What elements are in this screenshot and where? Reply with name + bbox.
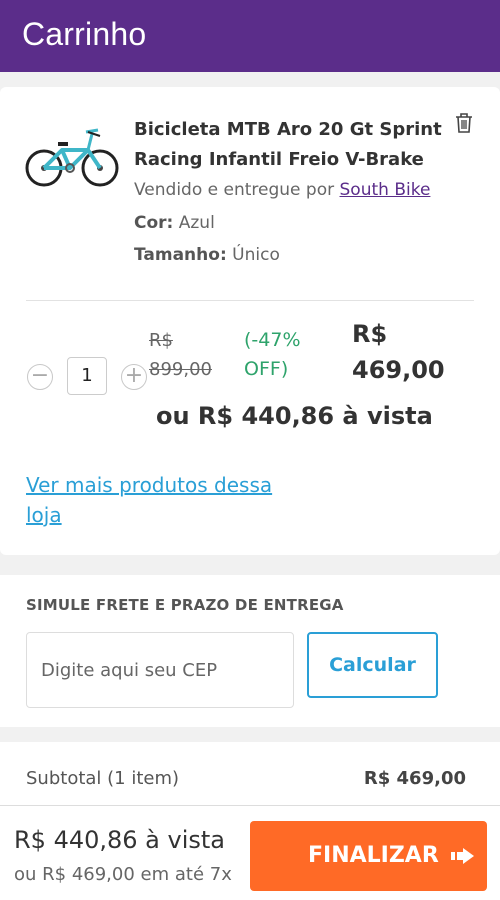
- sold-by: Vendido e entregue por South Bike: [134, 180, 430, 200]
- increase-quantity-button[interactable]: +: [121, 364, 147, 390]
- color-label: Cor:: [134, 213, 174, 233]
- cash-price: ou R$ 440,86 à vista: [156, 402, 433, 430]
- checkout-bar: R$ 440,86 à vista ou R$ 469,00 em até 7x…: [0, 805, 500, 900]
- old-price: R$ 899,00: [149, 330, 212, 380]
- footer-installments: ou R$ 469,00 em até 7x: [14, 864, 232, 885]
- shipping-title: SIMULE FRETE E PRAZO DE ENTREGA: [26, 596, 344, 614]
- trash-icon[interactable]: [454, 112, 474, 134]
- header-bar: Carrinho: [0, 0, 500, 72]
- checkout-button[interactable]: FINALIZAR: [250, 821, 487, 891]
- divider: [26, 300, 474, 301]
- quantity-field[interactable]: 1: [67, 357, 107, 395]
- size-attribute: Tamanho: Único: [134, 245, 280, 265]
- arrow-right-icon: [451, 848, 474, 864]
- decrease-quantity-button[interactable]: −: [27, 364, 53, 390]
- size-value: Único: [232, 245, 280, 265]
- sold-by-prefix: Vendido e entregue por: [134, 180, 340, 200]
- cep-input[interactable]: [26, 632, 294, 708]
- footer-cash-price: R$ 440,86 à vista: [14, 826, 226, 854]
- discount-badge: (-47% OFF): [244, 329, 301, 380]
- color-attribute: Cor: Azul: [134, 213, 215, 233]
- subtotal-label: Subtotal (1 item): [26, 768, 180, 789]
- current-price: R$ 469,00: [352, 320, 445, 384]
- seller-link[interactable]: South Bike: [340, 180, 431, 200]
- more-store-products-link[interactable]: Ver mais produtos dessa loja: [26, 470, 296, 530]
- checkout-label: FINALIZAR: [308, 843, 439, 868]
- calculate-shipping-button[interactable]: Calcular: [307, 632, 438, 698]
- size-label: Tamanho:: [134, 245, 227, 265]
- bicycle-image: [25, 128, 119, 187]
- page-title: Carrinho: [22, 16, 147, 52]
- product-title[interactable]: Bicicleta MTB Aro 20 Gt Sprint Racing In…: [134, 115, 454, 175]
- color-value: Azul: [178, 213, 215, 233]
- subtotal-value: R$ 469,00: [363, 768, 466, 789]
